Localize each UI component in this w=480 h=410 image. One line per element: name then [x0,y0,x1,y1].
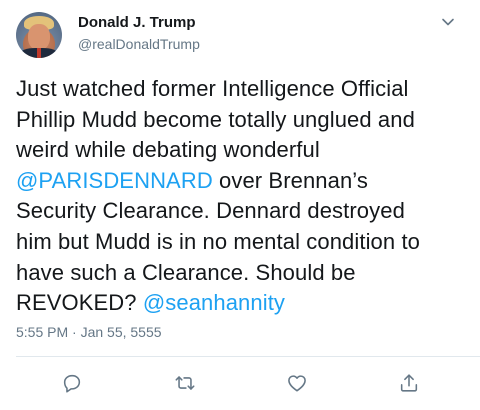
tweet-text-line: have such a Clearance. Should be [16,258,472,289]
author-name[interactable]: Donald J. Trump [78,14,196,31]
tweet-text-line: Phillip Mudd become totally unglued and [16,105,472,136]
mention-link[interactable]: @seanhannity [143,290,285,315]
tweet-text-segment: have such a Clearance. Should be [16,259,356,285]
avatar[interactable] [16,12,62,58]
share-icon [400,374,418,392]
tweet-text-segment: Just watched former Intelligence Officia… [16,76,409,101]
tweet-text-segment: over Brennan’s [212,167,369,193]
tweet-text-segment: Phillip Mudd become totally unglued and [16,106,415,132]
tweet-text-line: weird while debating wonderful [16,135,472,166]
tweet-text-segment: REVOKED? [16,290,143,316]
reply-icon [63,374,81,393]
like-button[interactable] [286,372,308,394]
retweet-icon [175,376,195,390]
reply-button[interactable] [61,372,83,394]
tweet-text-line: him but Mudd is in no mental condition t… [16,227,472,258]
share-button[interactable] [398,372,420,394]
tweet-text-segment: him but Mudd is in no mental condition t… [16,228,420,254]
tweet-text-line: Security Clearance. Dennard destroyed [16,196,472,227]
mention-link[interactable]: @PARISDENNARD [16,168,213,193]
divider [16,356,480,357]
retweet-button[interactable] [174,372,196,394]
chevron-down-icon[interactable] [440,14,456,30]
tweet-text-segment: weird while debating wonderful [16,137,320,163]
tweet-text-segment: Security Clearance. Dennard destroyed [16,198,405,224]
avatar-tie [37,48,41,58]
tweet-text: Just watched former Intelligence Officia… [16,74,472,319]
author-handle[interactable]: @realDonaldTrump [78,36,200,52]
tweet-text-line: @PARISDENNARD over Brennan’s [16,166,472,197]
tweet-text-line: Just watched former Intelligence Officia… [16,74,472,105]
heart-icon [288,375,306,392]
avatar-face [28,24,50,50]
tweet-card: Donald J. Trump @realDonaldTrump Just wa… [0,0,480,410]
tweet-text-line: REVOKED? @seanhannity [16,288,472,319]
tweet-timestamp[interactable]: 5:55 PM · Jan 55, 5555 [16,324,162,340]
